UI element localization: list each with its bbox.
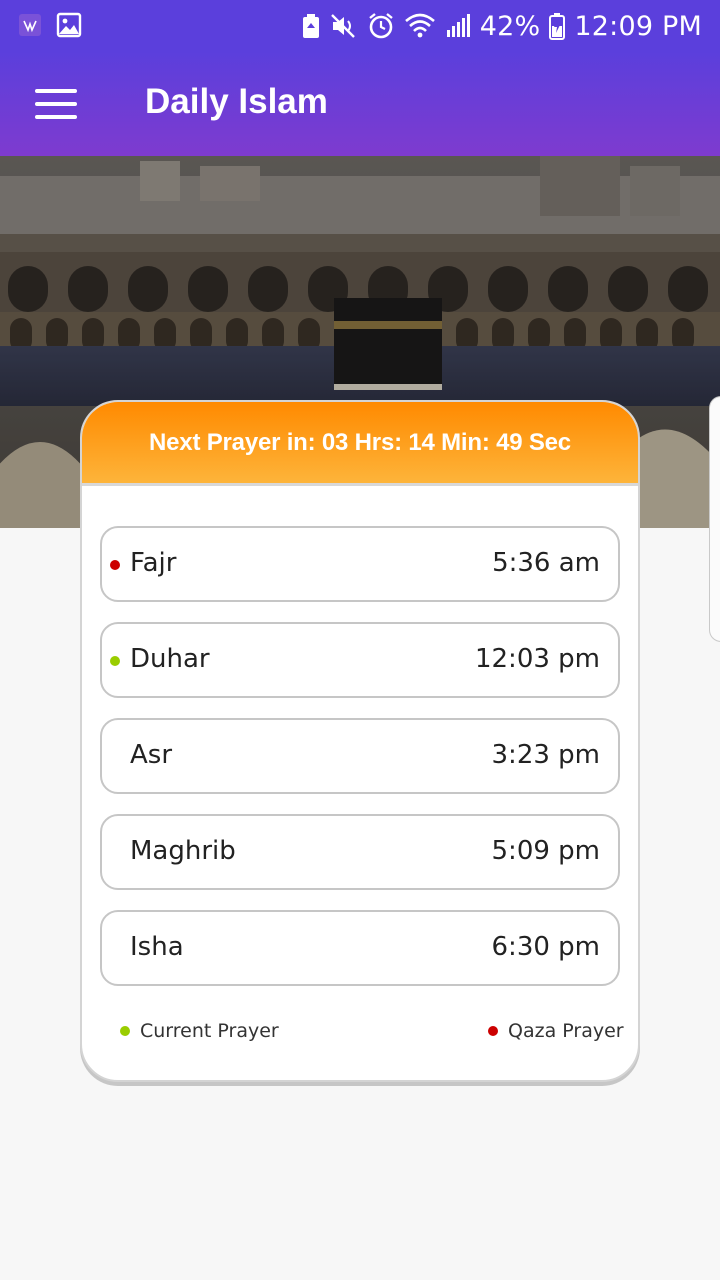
prayer-row-isha[interactable]: Isha 6:30 pm: [100, 910, 620, 986]
legend-qaza: Qaza Prayer: [488, 1020, 624, 1042]
battery-charging-icon: [549, 12, 566, 40]
legend-current-label: Current Prayer: [140, 1020, 279, 1042]
prayer-name: Duhar: [130, 644, 210, 674]
legend-current: Current Prayer: [120, 1020, 279, 1042]
prayer-row-maghrib[interactable]: Maghrib 5:09 pm: [100, 814, 620, 890]
next-prayer-countdown: Next Prayer in: 03 Hrs: 14 Min: 49 Sec: [149, 428, 571, 456]
prayer-name: Isha: [130, 932, 184, 962]
prayer-time: 6:30 pm: [491, 932, 600, 962]
prayer-time: 3:23 pm: [491, 740, 600, 770]
prayer-legend: Current Prayer Qaza Prayer: [82, 1020, 638, 1044]
app-notification-icon: [18, 13, 42, 37]
signal-icon: [445, 13, 471, 39]
image-icon: [56, 12, 82, 38]
prayer-time: 5:09 pm: [491, 836, 600, 866]
prayer-time: 12:03 pm: [474, 644, 600, 674]
prayer-row-fajr[interactable]: Fajr 5:36 am: [100, 526, 620, 602]
prayer-name: Maghrib: [130, 836, 236, 866]
prayer-name: Asr: [130, 740, 173, 770]
side-drawer-handle[interactable]: [709, 396, 720, 642]
legend-qaza-label: Qaza Prayer: [508, 1020, 624, 1042]
prayer-list: Fajr 5:36 am Duhar 12:03 pm Asr 3:23 pm …: [100, 526, 620, 1006]
wifi-icon: [404, 12, 436, 40]
current-indicator-dot: [110, 656, 120, 666]
current-dot-icon: [120, 1026, 130, 1036]
prayer-name: Fajr: [130, 548, 177, 578]
prayer-row-asr[interactable]: Asr 3:23 pm: [100, 718, 620, 794]
next-prayer-countdown-header: Next Prayer in: 03 Hrs: 14 Min: 49 Sec: [82, 402, 638, 486]
prayer-row-duhar[interactable]: Duhar 12:03 pm: [100, 622, 620, 698]
prayer-times-card: Next Prayer in: 03 Hrs: 14 Min: 49 Sec F…: [80, 400, 640, 1082]
hamburger-menu-icon[interactable]: [24, 78, 88, 130]
battery-percent: 42%: [479, 10, 541, 42]
app-bar: Daily Islam: [0, 52, 720, 156]
app-title: Daily Islam: [145, 82, 328, 121]
qaza-dot-icon: [488, 1026, 498, 1036]
clock: 12:09 PM: [574, 10, 702, 42]
battery-saver-icon: [301, 13, 321, 39]
mute-icon: [330, 13, 358, 39]
prayer-time: 5:36 am: [492, 548, 600, 578]
qaza-indicator-dot: [110, 560, 120, 570]
status-bar: 42% 12:09 PM: [0, 0, 720, 52]
alarm-icon: [367, 12, 395, 40]
